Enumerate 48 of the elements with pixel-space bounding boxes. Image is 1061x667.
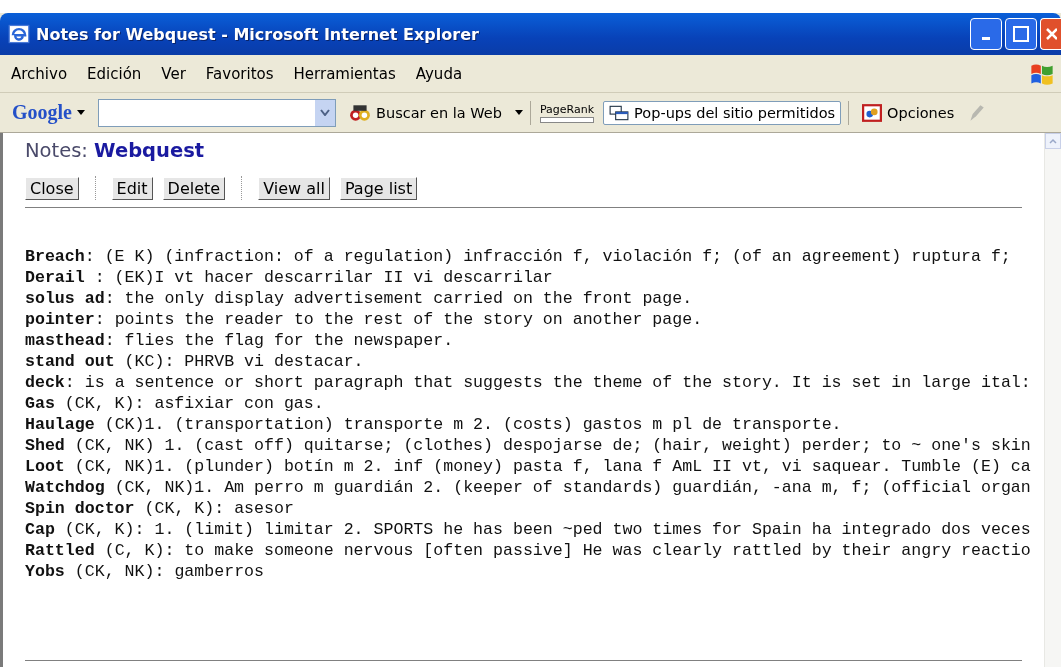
- menu-item[interactable]: Archivo: [0, 62, 77, 85]
- note-line: deck: is a sentence or short paragraph that suggests the theme of the story. It is set in large ital:: [25, 372, 1031, 393]
- window-title: Notes for Webquest - Microsoft Internet Explorer: [36, 24, 479, 44]
- note-line: Haulage (CK)1. (transportation) transporte m 2. (costs) gastos m pl de transporte.: [25, 414, 842, 435]
- search-field[interactable]: [98, 98, 336, 127]
- caret-icon: [77, 110, 85, 115]
- page-button[interactable]: Page list: [339, 176, 418, 200]
- page-button[interactable]: View all: [258, 176, 330, 200]
- note-line: Shed (CK, NK) 1. (cast off) quitarse; (clothes) despojarse de; (hair, weight) perder; to ~ one's skin: [25, 435, 1031, 456]
- page-button[interactable]: Close: [25, 176, 79, 200]
- scrollbar[interactable]: [1044, 133, 1061, 667]
- page-button[interactable]: Delete: [162, 176, 226, 200]
- maximize-icon: [1013, 26, 1029, 42]
- popup-blocker-button[interactable]: Pop-ups del sitio permitidos: [603, 100, 842, 125]
- note-line: pointer: points the reader to the rest of the story on another page.: [25, 309, 703, 330]
- note-line: Breach: (E K) (infraction: of a regulation) infracción f, violación f; (of an agreement) ruptura f;: [25, 246, 1011, 267]
- note-line: Loot (CK, NK)1. (plunder) botín m 2. inf (money) pasta f, lana f AmL II vt, vi saquear. Tumble (E) ca: [25, 456, 1031, 477]
- minimize-icon: [982, 37, 990, 40]
- options-button[interactable]: Opciones: [856, 99, 961, 126]
- page-heading: Notes: Webquest: [25, 139, 206, 162]
- note-line: Cap (CK, K): 1. (limit) limitar 2. SPORTS he has been ~ped two times for Spain ha integrado dos veces: [25, 519, 1031, 540]
- note-line: Watchdog (CK, NK)1. Am perro m guardián 2. (keeper of standards) guardián, -ana m, f; (official organ: [25, 477, 1031, 498]
- close-button[interactable]: [1040, 18, 1061, 50]
- options-icon: [862, 103, 883, 122]
- note-line: Yobs (CK, NK): gamberros: [25, 561, 264, 582]
- close-icon: [1045, 27, 1057, 41]
- pagerank-meter: PageRank: [538, 102, 597, 123]
- menu-item[interactable]: Favoritos: [194, 62, 283, 85]
- note-line: stand out (KC): PHRVB vi destacar.: [25, 351, 364, 372]
- search-web-button[interactable]: Buscar en la Web: [343, 99, 508, 126]
- note-line: solus ad: the only display advertisement carried on the front page.: [25, 288, 693, 309]
- note-line: Gas (CK, K): asfixiar con gas.: [25, 393, 324, 414]
- note-line: Rattled (C, K): to make someone nervous [often passive] He was clearly rattled by their angry reactio: [25, 540, 1031, 561]
- binoculars-icon: [349, 103, 371, 122]
- page-button[interactable]: Edit: [111, 176, 153, 200]
- browser-icon: [8, 23, 30, 45]
- menu-item[interactable]: Herramientas: [282, 62, 405, 85]
- menu-item[interactable]: Edición: [76, 62, 151, 85]
- windows-icon: [609, 104, 630, 121]
- maximize-button[interactable]: [1005, 18, 1037, 50]
- note-line: Derail : (EK)I vt hacer descarrilar II vi descarrilar: [25, 267, 553, 288]
- google-menu-button[interactable]: Google: [6, 97, 91, 128]
- menu-item[interactable]: Ayuda: [404, 62, 472, 85]
- minimize-button[interactable]: [970, 18, 1002, 50]
- note-line: Spin doctor (CK, K): asesor: [25, 498, 294, 519]
- menu-item[interactable]: Ver: [150, 62, 195, 85]
- note-line: masthead: flies the flag for the newspaper.: [25, 330, 454, 351]
- dropdown-caret-icon[interactable]: [515, 110, 523, 115]
